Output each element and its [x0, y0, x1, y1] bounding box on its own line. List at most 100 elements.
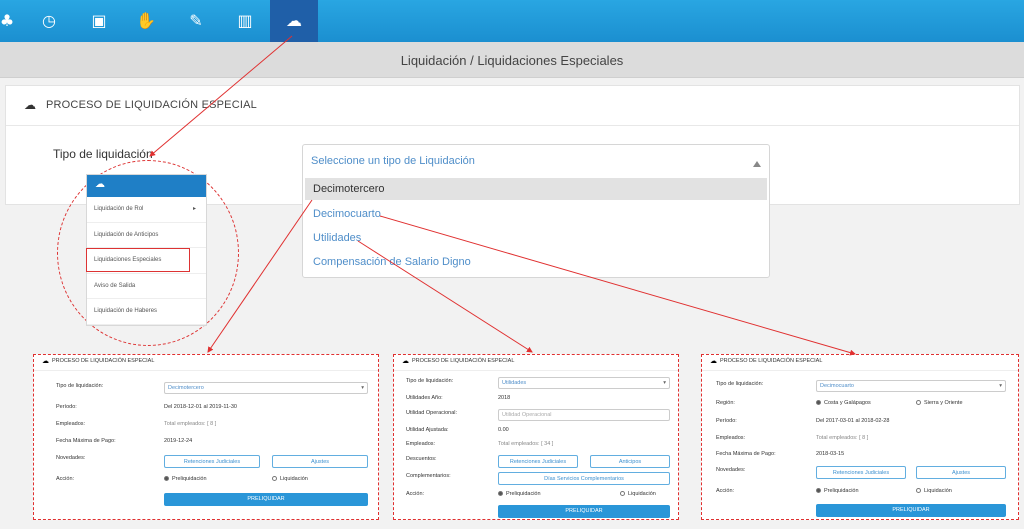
menu-item-aviso-salida[interactable]: Aviso de Salida	[87, 274, 206, 299]
radio-preliquidacion[interactable]: Preliquidación	[164, 476, 207, 482]
tipo-select-value: Decimocuarto	[820, 383, 854, 389]
descuentos-label: Descuentos:	[406, 456, 437, 462]
menu-item-label: Liquidación de Rol	[94, 206, 144, 212]
tipo-select-value: Utilidades	[502, 380, 527, 386]
accion-label: Acción:	[56, 476, 75, 482]
menu-item-label: Aviso de Salida	[94, 282, 136, 289]
accion-label: Acción:	[716, 488, 735, 494]
top-nav-bar: ♣ ◷ ▣ ✋ ✎ ▥ ☁	[0, 0, 1024, 42]
complementarios-label: Complementarios:	[406, 473, 451, 479]
subpanel-title: PROCESO DE LIQUIDACIÓN ESPECIAL	[412, 358, 515, 364]
radio-costa[interactable]: Costa y Galápagos	[816, 400, 871, 406]
radio-label: Preliquidación	[172, 476, 207, 482]
users-icon[interactable]: ♣	[0, 8, 20, 34]
periodo-label: Período:	[716, 418, 737, 424]
bar-chart-icon[interactable]: ▥	[232, 8, 258, 34]
radio-label: Sierra y Oriente	[924, 400, 963, 406]
periodo-value: Del 2018-12-01 al 2019-11-30	[164, 404, 237, 410]
cloud-upload-icon[interactable]: ☁	[281, 8, 307, 34]
radio-liquidacion[interactable]: Liquidación	[620, 491, 656, 497]
preliquidar-button[interactable]: PRELIQUIDAR	[164, 493, 368, 506]
chevron-right-icon: ▸	[192, 206, 196, 212]
anticipos-button[interactable]: Anticipos	[590, 455, 670, 468]
panel-decimotercero: ☁ PROCESO DE LIQUIDACIÓN ESPECIAL Tipo de…	[33, 354, 379, 520]
radio-label: Liquidación	[280, 476, 308, 482]
cloud-upload-icon: ☁	[42, 358, 49, 365]
briefcase-icon[interactable]: ▣	[86, 8, 112, 34]
periodo-value: Del 2017-03-01 al 2018-02-28	[816, 418, 890, 424]
radio-checked-icon	[498, 491, 503, 496]
menu-item-label: Liquidación de Anticipos	[94, 231, 159, 238]
dropdown-placeholder: Seleccione un tipo de Liquidación	[311, 155, 475, 167]
radio-checked-icon	[816, 400, 821, 405]
radio-unchecked-icon	[620, 491, 625, 496]
menu-item-haberes[interactable]: Liquidación de Haberes	[87, 299, 206, 325]
radio-unchecked-icon	[916, 488, 921, 493]
utilidad-ajustada-label: Utilidad Ajustada:	[406, 427, 449, 433]
subpanel-header: ☁ PROCESO DE LIQUIDACIÓN ESPECIAL	[34, 355, 378, 371]
tipo-label: Tipo de liquidación:	[406, 378, 454, 384]
retenciones-button[interactable]: Retenciones Judiciales	[816, 466, 906, 479]
option-utilidades[interactable]: Utilidades	[305, 227, 767, 249]
ajustes-button[interactable]: Ajustes	[916, 466, 1006, 479]
retenciones-button[interactable]: Retenciones Judiciales	[164, 455, 260, 468]
fecha-pago-value: 2018-03-15	[816, 451, 845, 457]
utilidades-anio-label: Utilidades Año:	[406, 395, 443, 401]
chevron-up-icon[interactable]	[753, 161, 761, 167]
radio-preliquidacion[interactable]: Preliquidación	[498, 491, 541, 497]
cloud-upload-icon: ☁	[24, 98, 36, 112]
dias-complementarios-button[interactable]: Días Servicios Complementarios	[498, 472, 670, 485]
edit-icon[interactable]: ✎	[183, 8, 209, 34]
page-title: Liquidación / Liquidaciones Especiales	[400, 53, 624, 68]
radio-liquidacion[interactable]: Liquidación	[916, 488, 952, 494]
fecha-pago-value: 2019-12-24	[164, 438, 193, 444]
panel-title: PROCESO DE LIQUIDACIÓN ESPECIAL	[46, 99, 257, 111]
radio-unchecked-icon	[272, 476, 277, 481]
radio-label: Costa y Galápagos	[824, 400, 871, 406]
handshake-icon[interactable]: ✋	[133, 8, 159, 34]
preliquidar-button[interactable]: PRELIQUIDAR	[498, 505, 670, 518]
option-decimocuarto[interactable]: Decimocuarto	[305, 203, 767, 225]
utilidad-operacional-input[interactable]: Utilidad Operacional	[498, 409, 670, 421]
cloud-upload-icon: ☁	[95, 179, 105, 190]
chevron-down-icon: ▾	[663, 380, 666, 386]
empleados-value: Total empleados: [ 34 ]	[498, 441, 554, 447]
chevron-down-icon: ▾	[361, 385, 364, 391]
clock-icon[interactable]: ◷	[36, 8, 62, 34]
radio-preliquidacion[interactable]: Preliquidación	[816, 488, 859, 494]
fecha-pago-label: Fecha Máxima de Pago:	[56, 438, 116, 444]
subpanel-header: ☁ PROCESO DE LIQUIDACIÓN ESPECIAL	[394, 355, 678, 371]
preliquidar-button[interactable]: PRELIQUIDAR	[816, 504, 1006, 517]
option-decimotercero[interactable]: Decimotercero	[305, 178, 767, 200]
radio-checked-icon	[816, 488, 821, 493]
empleados-label: Empleados:	[406, 441, 436, 447]
tipo-select[interactable]: Utilidades ▾	[498, 377, 670, 389]
subpanel-title: PROCESO DE LIQUIDACIÓN ESPECIAL	[720, 358, 823, 364]
panel-utilidades: ☁ PROCESO DE LIQUIDACIÓN ESPECIAL Tipo de…	[393, 354, 679, 520]
tipo-liquidacion-dropdown[interactable]: Seleccione un tipo de Liquidación Decimo…	[302, 144, 770, 278]
option-compensacion[interactable]: Compensación de Salario Digno	[305, 251, 767, 273]
novedades-label: Novedades:	[56, 455, 86, 461]
radio-label: Liquidación	[924, 488, 952, 494]
tipo-select[interactable]: Decimocuarto ▾	[816, 380, 1006, 392]
empleados-value: Total empleados: [ 8 ]	[164, 421, 217, 427]
radio-sierra[interactable]: Sierra y Oriente	[916, 400, 963, 406]
menu-item-liquidacion-rol[interactable]: Liquidación de Rol ▸	[87, 197, 206, 223]
tipo-label: Tipo de liquidación:	[716, 381, 764, 387]
radio-label: Liquidación	[628, 491, 656, 497]
radio-liquidacion[interactable]: Liquidación	[272, 476, 308, 482]
cloud-upload-icon: ☁	[402, 358, 409, 365]
radio-label: Preliquidación	[506, 491, 541, 497]
tipo-label: Tipo de liquidación:	[56, 383, 104, 389]
retenciones-button[interactable]: Retenciones Judiciales	[498, 455, 578, 468]
tipo-select[interactable]: Decimotercero ▾	[164, 382, 368, 394]
annotation-highlight-box	[86, 248, 190, 272]
ajustes-button[interactable]: Ajustes	[272, 455, 368, 468]
menu-header: ☁	[87, 175, 206, 197]
menu-item-label: Liquidación de Haberes	[94, 308, 158, 314]
menu-item-anticipos[interactable]: Liquidación de Anticipos	[87, 223, 206, 248]
page-title-bar: Liquidación / Liquidaciones Especiales	[0, 42, 1024, 78]
empleados-label: Empleados:	[716, 435, 746, 441]
novedades-label: Novedades:	[716, 467, 746, 473]
chevron-down-icon: ▾	[999, 383, 1002, 389]
